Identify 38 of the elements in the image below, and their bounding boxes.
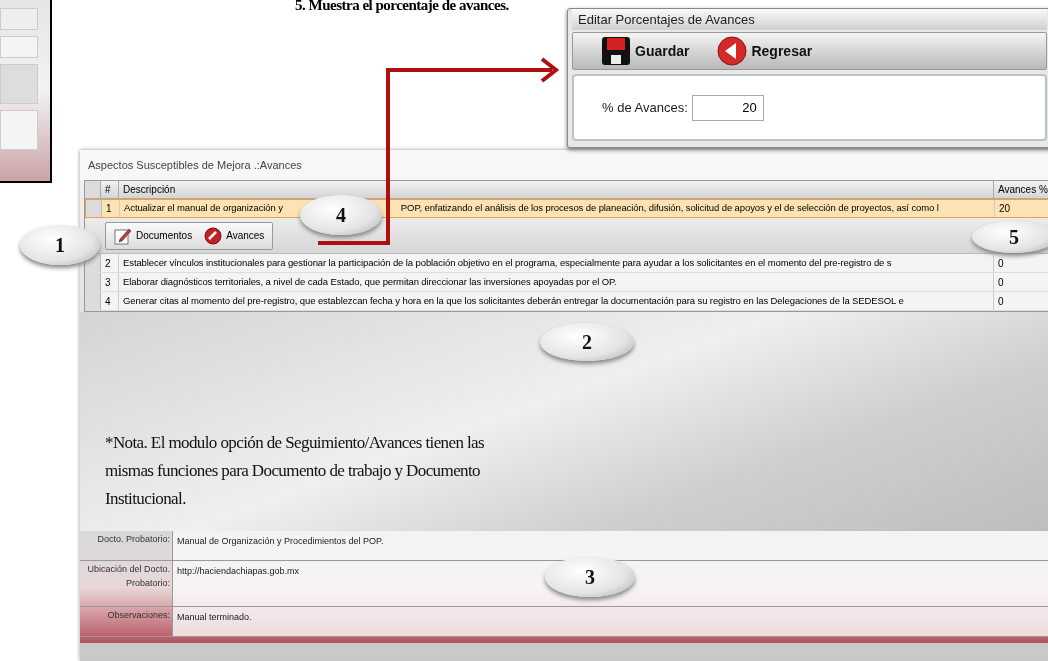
- text-field[interactable]: Manual de Organización y Procedimientos del POP.: [172, 531, 1048, 560]
- field-label: Ubicación del Docto. Probatorio:: [86, 563, 171, 590]
- popup-title: Editar Porcentajes de Avances: [572, 9, 1047, 30]
- table-row[interactable]: 4 Generar citas al momento del pre-registro, que establezcan fecha y hora en la que los solicitantes deberán entregar la documentación para su registro en las Delegaciones de la SEDESOL e 0: [85, 292, 1048, 311]
- toolbar-button[interactable]: Avances: [204, 226, 265, 245]
- table-cell-text: 0: [997, 256, 1005, 271]
- table-cell: 4: [101, 292, 119, 310]
- field-label: Docto. Probatorio:: [96, 533, 171, 546]
- table-cell-text: 0: [997, 275, 1005, 290]
- description-text: Generar citas al momento del pre-registro, que establezcan fecha y hora en la que los solicitantes deberán entregar la documentación para su registro en las Delegaciones de la SEDESOL e: [123, 293, 904, 308]
- toolbar-button[interactable]: Regresar: [717, 36, 813, 66]
- caption: 5. Muestra el porcentaje de avances.: [295, 0, 509, 15]
- table-cell: 1: [102, 200, 120, 217]
- field-label: % de Avances:: [602, 98, 688, 117]
- table-row[interactable]: 3 Elaborar diagnósticos territoriales, a nivel de cada Estado, que permitan direccionar las inversiones apoyadas por el OP. 0: [85, 273, 1048, 292]
- toolbar-button[interactable]: Documentos: [114, 226, 193, 245]
- table-cell-text: 20: [998, 202, 1012, 216]
- callout-number: 1: [20, 225, 100, 265]
- table-cell-text: 0: [997, 294, 1005, 309]
- window-title: Aspectos Susceptibles de Mejora .:Avances: [80, 150, 1048, 180]
- note-text: *Nota. El modulo opción de Seguimiento/Avances tienen las mismas funciones para Documento de trabajo y Documento Institucional.: [105, 432, 486, 510]
- description-text: POP, enfatizando el análisis de los procesos de planeación, difusión, solicitud de apoyos y el de selección de proyectos, así como l: [400, 201, 939, 216]
- toolbar-button[interactable]: Guardar: [601, 36, 690, 66]
- no-entry-icon: [204, 226, 223, 245]
- text-field[interactable]: Manual terminado.: [172, 607, 1048, 636]
- description-text: Establecer vínculos institucionales para gestionar la participación de la población objetivo en el programa, especialmente para ayudar a los solicitantes en el momento del pre-registro de s: [123, 255, 892, 270]
- column-header[interactable]: #: [101, 181, 119, 198]
- table-cell: 2: [101, 254, 119, 272]
- table-cell: 3: [101, 273, 119, 291]
- field-label: Observaciones:: [106, 609, 171, 622]
- row-header-cell[interactable]: [85, 292, 101, 310]
- pencil-paper-icon: [114, 226, 132, 245]
- description-text: Elaborar diagnósticos territoriales, a nivel de cada Estado, que permitan direccionar las inversiones apoyadas por el OP.: [123, 274, 617, 289]
- table-row[interactable]: 2 Establecer vínculos institucionales para gestionar la participación de la población objetivo en el programa, especialmente para ayudar a los solicitantes en el momento del pre-registro de s 0: [85, 254, 1048, 273]
- description-text: Actualizar el manual de organización y: [124, 201, 283, 216]
- percent-input[interactable]: 20: [691, 94, 764, 121]
- column-header[interactable]: Avances %: [994, 181, 1048, 198]
- row-header-cell[interactable]: [86, 200, 102, 217]
